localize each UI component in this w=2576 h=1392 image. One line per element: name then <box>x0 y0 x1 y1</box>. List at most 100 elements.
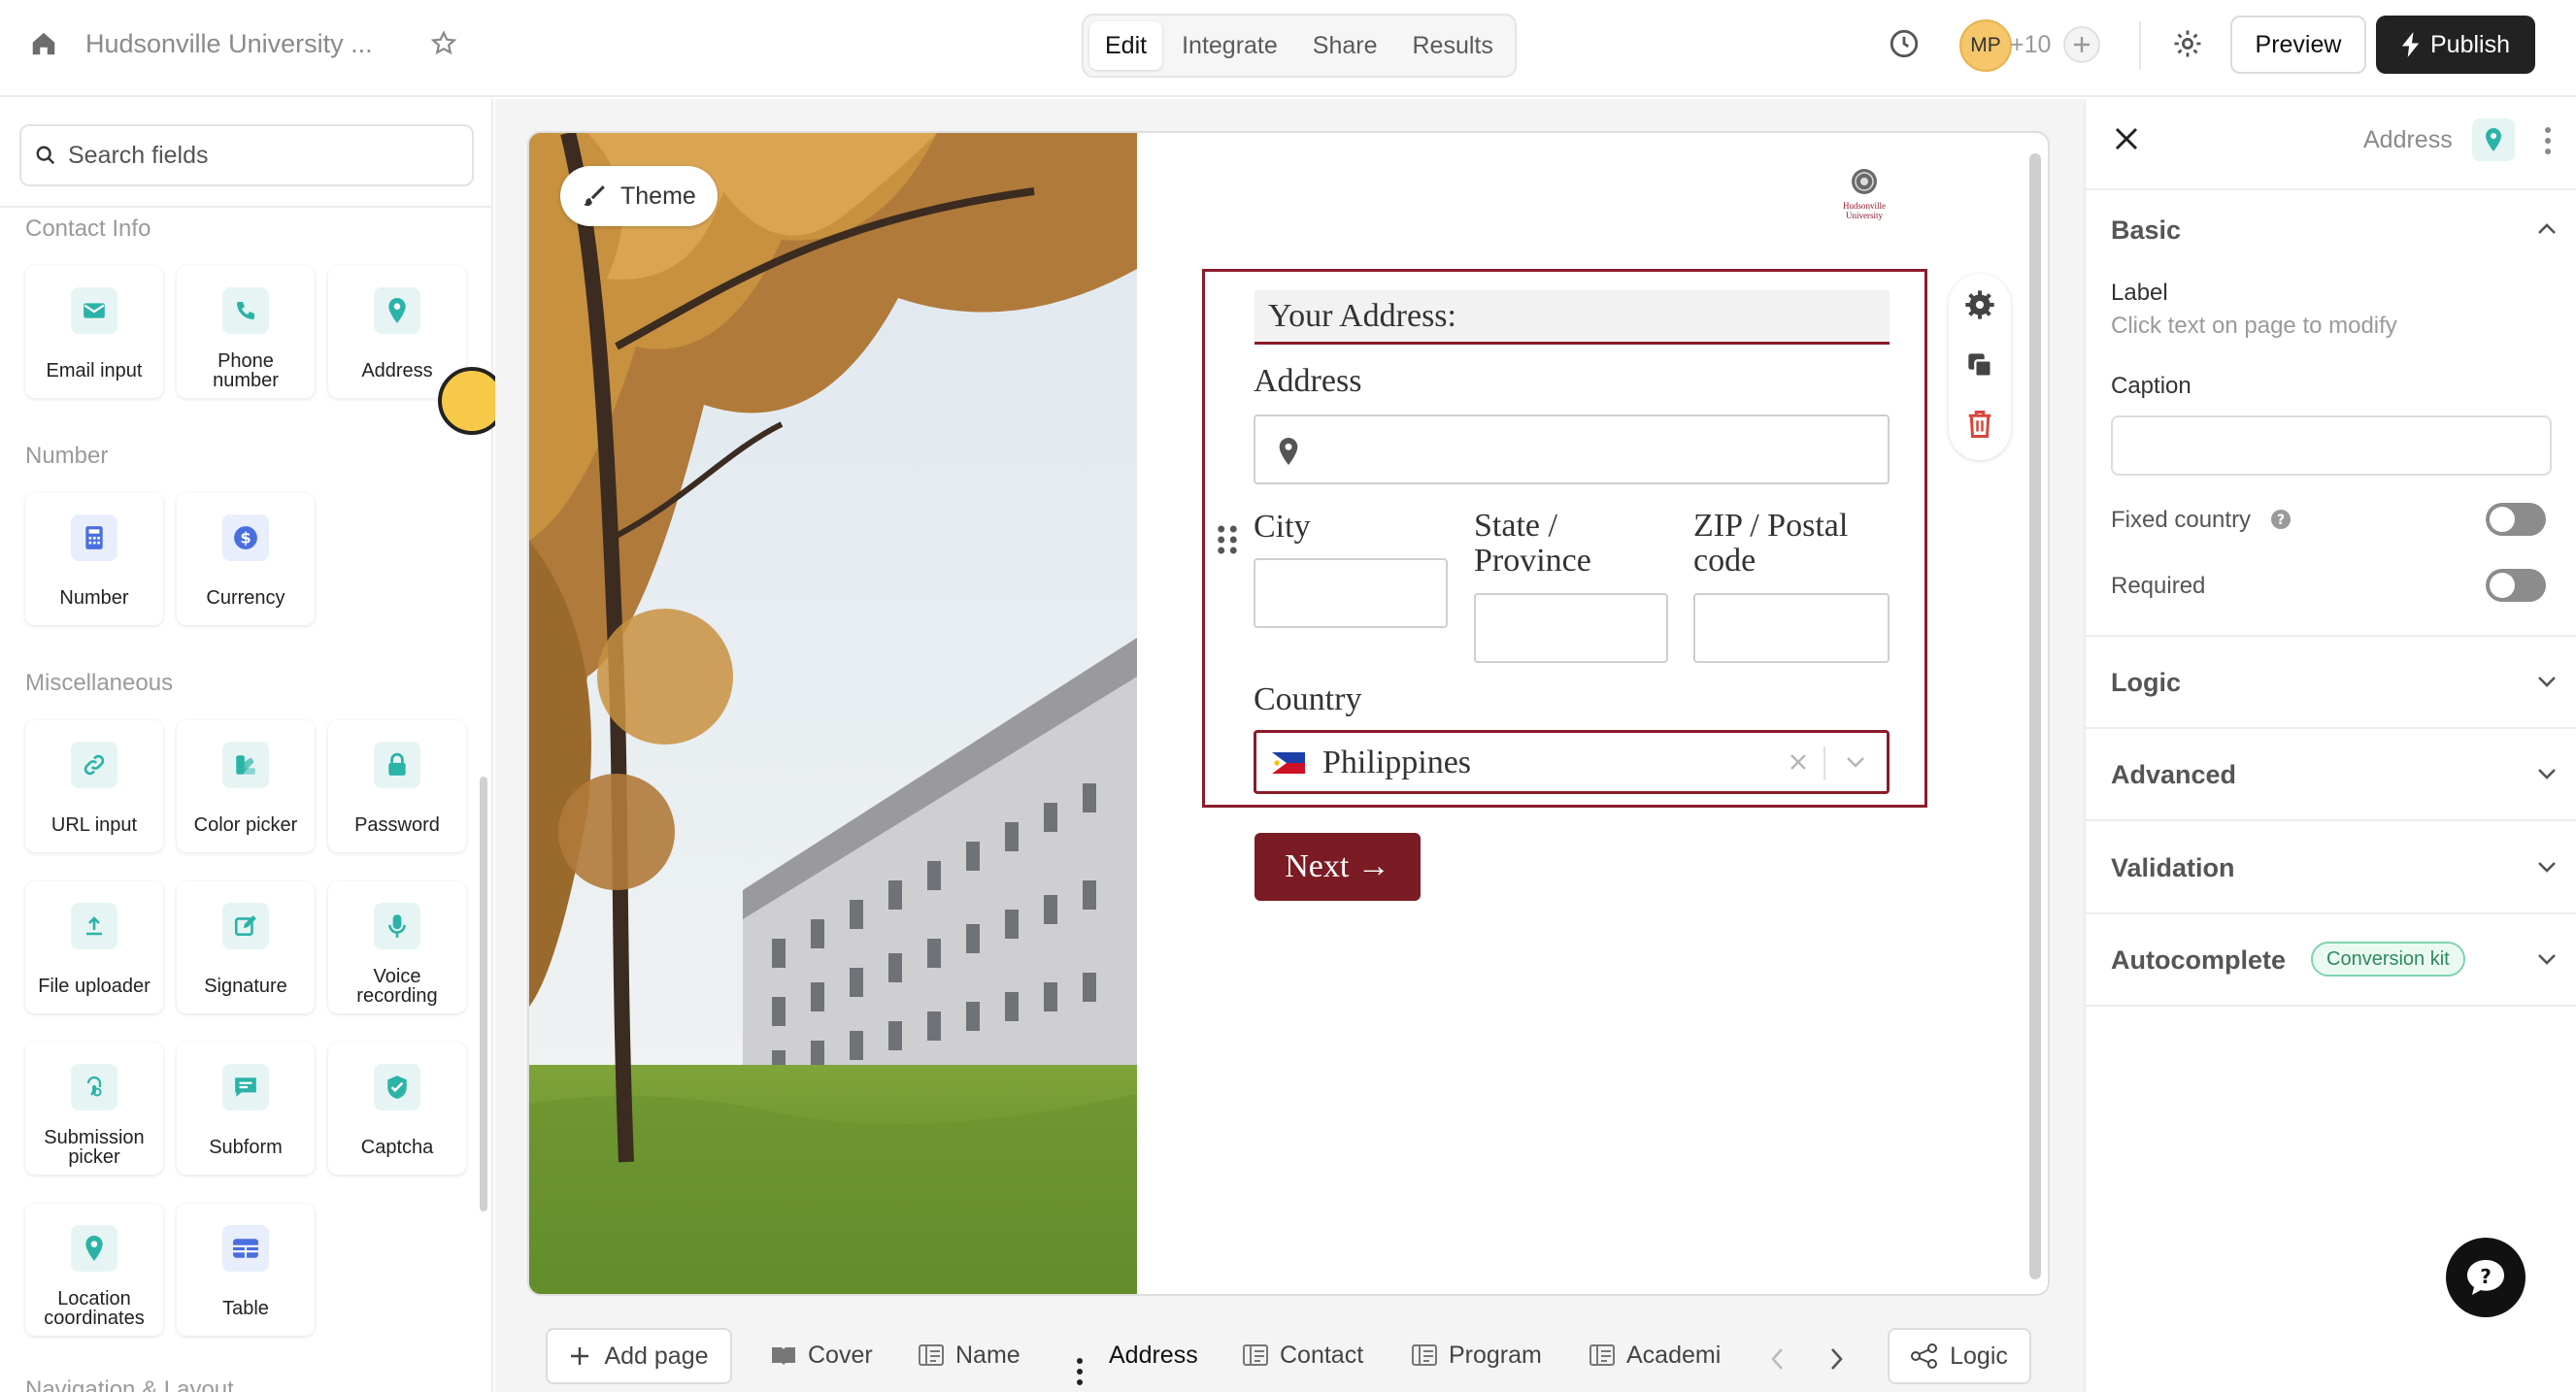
next-button[interactable]: Next → <box>1255 833 1421 901</box>
gear-icon[interactable] <box>2171 27 2204 60</box>
country-select[interactable]: Philippines <box>1254 730 1890 794</box>
preview-button[interactable]: Preview <box>2230 16 2366 74</box>
bolt-icon <box>2401 32 2423 57</box>
field-signature[interactable]: Signature <box>177 881 315 1013</box>
help-chat-button[interactable]: ? <box>2446 1238 2526 1317</box>
caption-input[interactable] <box>2111 415 2552 476</box>
field-file-uploader[interactable]: File uploader <box>25 881 163 1013</box>
home-icon[interactable] <box>29 29 58 58</box>
field-color-picker[interactable]: Color picker <box>177 720 315 852</box>
mode-tabs: Edit Integrate Share Results <box>1082 14 1517 78</box>
country-value: Philippines <box>1322 745 1472 780</box>
section-heading[interactable]: Your Address: <box>1255 290 1890 345</box>
more-vertical-icon[interactable] <box>1076 1357 1084 1386</box>
field-captcha[interactable]: Captcha <box>328 1043 466 1175</box>
close-icon[interactable] <box>2114 126 2139 151</box>
chevron-right-icon[interactable] <box>1827 1345 1845 1373</box>
avatar[interactable]: MP <box>1959 19 2012 72</box>
field-label: Location coordinates <box>44 1288 145 1329</box>
tab-results[interactable]: Results <box>1397 21 1509 70</box>
brush-icon <box>582 183 607 209</box>
page-tab-contact[interactable]: Contact <box>1243 1332 1363 1378</box>
map-pin-icon <box>2486 128 2501 151</box>
section-title-contact: Contact Info <box>25 215 151 242</box>
fixed-country-toggle[interactable] <box>2486 503 2546 536</box>
country-label: Country <box>1254 681 1362 717</box>
location-pin-icon <box>71 1225 117 1272</box>
settings-icon[interactable] <box>1964 289 1995 320</box>
page-form-icon <box>1243 1343 1268 1367</box>
zip-input[interactable] <box>1693 593 1890 663</box>
section-advanced[interactable]: Advanced <box>2111 760 2236 790</box>
address-input[interactable] <box>1254 414 1890 484</box>
more-vertical-icon[interactable] <box>2544 126 2552 155</box>
svg-text:?: ? <box>2480 1265 2492 1288</box>
tab-edit[interactable]: Edit <box>1089 21 1163 70</box>
page-form-icon <box>919 1343 944 1367</box>
field-email-input[interactable]: Email input <box>25 266 163 398</box>
svg-text:$: $ <box>240 528 251 547</box>
section-autocomplete[interactable]: Autocomplete <box>2111 945 2286 976</box>
city-label: City <box>1254 509 1311 545</box>
tab-share[interactable]: Share <box>1297 21 1393 70</box>
form-title[interactable]: Hudsonville University ... <box>85 29 373 59</box>
chevron-down-icon[interactable] <box>2536 766 2558 781</box>
field-type-badge <box>2472 118 2515 161</box>
field-voice-recording[interactable]: Voice recording <box>328 881 466 1013</box>
page-tab-name[interactable]: Name <box>919 1332 1020 1378</box>
field-subform[interactable]: Subform <box>177 1043 315 1175</box>
section-basic[interactable]: Basic <box>2111 215 2181 246</box>
field-url-input[interactable]: URL input <box>25 720 163 852</box>
caption-title: Caption <box>2111 373 2191 399</box>
section-title-misc: Miscellaneous <box>25 670 174 696</box>
section-logic[interactable]: Logic <box>2111 668 2181 698</box>
field-phone-number[interactable]: Phone number <box>177 266 315 398</box>
field-label: Password <box>354 814 440 836</box>
field-currency[interactable]: $ Currency <box>177 493 315 625</box>
drag-handle-icon[interactable] <box>1217 524 1238 555</box>
chevron-left-icon[interactable] <box>1769 1345 1787 1373</box>
history-icon[interactable] <box>1888 27 1921 60</box>
theme-button[interactable]: Theme <box>560 166 718 226</box>
publish-button[interactable]: Publish <box>2376 16 2535 74</box>
clear-icon[interactable] <box>1789 752 1808 772</box>
sidebar-scrollbar[interactable] <box>480 777 487 1211</box>
page-tab-address[interactable]: Address <box>1109 1332 1198 1378</box>
page-tab-label: Name <box>955 1341 1020 1369</box>
page-tab-cover[interactable]: Cover <box>771 1332 873 1378</box>
page-tab-label: Program <box>1449 1341 1542 1369</box>
field-table[interactable]: Table <box>177 1204 315 1336</box>
chevron-up-icon[interactable] <box>2536 221 2558 237</box>
tab-integrate[interactable]: Integrate <box>1166 21 1293 70</box>
field-submission-picker[interactable]: Submission picker <box>25 1043 163 1175</box>
trash-icon[interactable] <box>1966 410 1993 439</box>
page-tab-academic[interactable]: Academi <box>1589 1332 1721 1378</box>
duplicate-icon[interactable] <box>1966 351 1993 379</box>
section-validation[interactable]: Validation <box>2111 853 2235 883</box>
required-toggle[interactable] <box>2486 569 2546 602</box>
state-input[interactable] <box>1474 593 1668 663</box>
city-input[interactable] <box>1254 558 1448 628</box>
field-location-coordinates[interactable]: Location coordinates <box>25 1204 163 1336</box>
search-input[interactable]: Search fields <box>19 124 474 186</box>
canvas-scrollbar[interactable] <box>2029 153 2041 1279</box>
add-page-button[interactable]: Add page <box>546 1328 732 1384</box>
chevron-down-icon[interactable] <box>1845 754 1866 770</box>
field-password[interactable]: Password <box>328 720 466 852</box>
logic-button[interactable]: Logic <box>1888 1328 2031 1384</box>
divider <box>0 206 491 208</box>
field-label: Number <box>59 587 129 609</box>
chevron-down-icon[interactable] <box>2536 674 2558 689</box>
star-icon[interactable] <box>429 29 458 58</box>
add-collaborator-icon[interactable] <box>2062 25 2101 64</box>
field-number[interactable]: Number <box>25 493 163 625</box>
chevron-down-icon[interactable] <box>2536 951 2558 967</box>
field-label: Currency <box>206 587 285 609</box>
help-icon[interactable]: ? <box>2270 509 2292 530</box>
collaborator-count[interactable]: +10 <box>2010 31 2051 59</box>
chevron-down-icon[interactable] <box>2536 859 2558 875</box>
search-placeholder: Search fields <box>68 141 209 169</box>
field-label: Color picker <box>193 814 298 836</box>
plus-icon <box>569 1345 590 1367</box>
page-tab-program[interactable]: Program <box>1412 1332 1542 1378</box>
